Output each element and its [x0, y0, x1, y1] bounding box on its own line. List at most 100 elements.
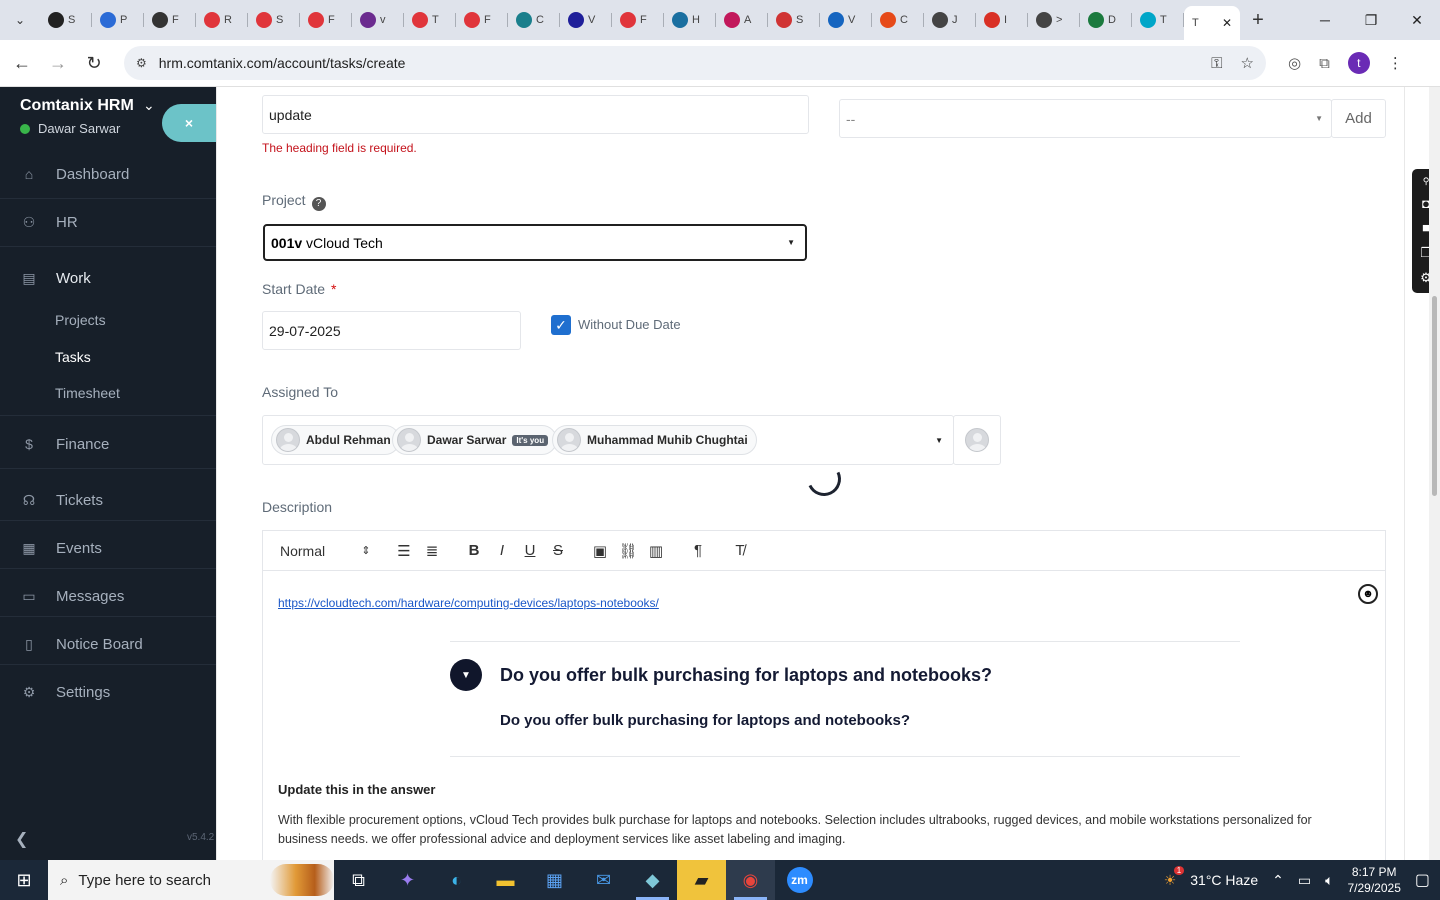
- clock[interactable]: 8:17 PM 7/29/2025: [1347, 864, 1400, 896]
- bullet-list-icon[interactable]: ≣: [418, 542, 446, 560]
- browser-tab[interactable]: v: [352, 4, 404, 36]
- address-bar[interactable]: ⚙ hrm.comtanix.com/account/tasks/create …: [124, 46, 1266, 80]
- italic-icon[interactable]: I: [488, 542, 516, 559]
- browser-tab[interactable]: I: [976, 4, 1028, 36]
- weather-icon[interactable]: ☀ 1: [1164, 865, 1185, 889]
- browser-tab[interactable]: >: [1028, 4, 1080, 36]
- forward-icon[interactable]: →: [40, 53, 76, 74]
- password-key-icon[interactable]: ⚿: [1211, 55, 1222, 72]
- brand-name[interactable]: Comtanix HRM: [20, 97, 134, 115]
- task-category-select[interactable]: -- ▼: [839, 99, 1332, 138]
- format-select-arrows-icon[interactable]: ⇕: [352, 544, 380, 557]
- profile-avatar[interactable]: t: [1347, 52, 1370, 74]
- emoji-icon[interactable]: ☻: [1358, 584, 1378, 604]
- assignee-chip[interactable]: Abdul Rehman: [271, 425, 400, 455]
- assignee-chip[interactable]: Dawar Sarwar It's you: [392, 425, 558, 455]
- sticky-notes-icon[interactable]: ▰: [677, 860, 726, 900]
- sidebar-item-settings[interactable]: ⚙ Settings: [0, 672, 216, 712]
- zoom-icon[interactable]: zm: [775, 860, 824, 900]
- reload-icon[interactable]: ↻: [76, 53, 112, 74]
- notifications-icon[interactable]: ▢: [1415, 870, 1430, 890]
- bookmark-star-icon[interactable]: ☆: [1241, 54, 1254, 72]
- copilot-icon[interactable]: ✦: [383, 860, 432, 900]
- new-tab-button[interactable]: +: [1240, 9, 1276, 32]
- chrome-icon[interactable]: ◉: [726, 860, 775, 900]
- project-select[interactable]: 001v vCloud Tech ▼: [263, 224, 807, 261]
- editor-link[interactable]: https://vcloudtech.com/hardware/computin…: [278, 596, 659, 610]
- underline-icon[interactable]: U: [516, 542, 544, 559]
- sidebar-subitem-timesheet[interactable]: Timesheet: [55, 385, 120, 401]
- accordion-toggle-icon[interactable]: ▼: [450, 659, 482, 691]
- image-icon[interactable]: ▣: [586, 542, 614, 560]
- assignee-chip[interactable]: Muhammad Muhib Chughtai: [552, 425, 757, 455]
- sidebar-item-dashboard[interactable]: ⌂ Dashboard: [0, 154, 216, 194]
- scrollbar-thumb[interactable]: [1432, 296, 1437, 496]
- close-sidebar-button[interactable]: ×: [162, 104, 216, 142]
- sidebar-item-events[interactable]: ▦ Events: [0, 528, 216, 568]
- browser-tab[interactable]: S: [248, 4, 300, 36]
- edge-icon[interactable]: ◐: [432, 860, 481, 900]
- browser-tab[interactable]: C: [508, 4, 560, 36]
- clear-formatting-icon[interactable]: T̸: [726, 542, 754, 559]
- browser-tab[interactable]: P: [92, 4, 144, 36]
- text-direction-icon[interactable]: ¶: [684, 542, 712, 559]
- browser-tab[interactable]: S: [40, 4, 92, 36]
- video-icon[interactable]: ▥: [642, 542, 670, 560]
- browser-tab[interactable]: F: [456, 4, 508, 36]
- start-date-input[interactable]: 29-07-2025: [262, 311, 521, 350]
- taskbar-search[interactable]: ⌕ Type here to search: [48, 860, 334, 900]
- extensions-icon[interactable]: ⧉: [1319, 55, 1330, 72]
- collapse-sidebar-icon[interactable]: ❮: [15, 829, 28, 849]
- description-editor[interactable]: https://vcloudtech.com/hardware/computin…: [262, 570, 1386, 860]
- browser-tab[interactable]: H: [664, 4, 716, 36]
- restore-icon[interactable]: ❐: [1348, 0, 1394, 40]
- browser-tab[interactable]: F: [612, 4, 664, 36]
- volume-icon[interactable]: 🔈︎: [1325, 872, 1333, 889]
- browser-tab[interactable]: S: [768, 4, 820, 36]
- browser-tab[interactable]: F: [144, 4, 196, 36]
- browser-menu-icon[interactable]: ⋮: [1388, 54, 1403, 72]
- chevron-down-icon[interactable]: ⌄: [143, 97, 155, 114]
- chevron-up-icon[interactable]: ⌃: [1272, 872, 1284, 889]
- weather-text[interactable]: 31°C Haze: [1190, 872, 1258, 888]
- browser-tab[interactable]: R: [196, 4, 248, 36]
- browser-tab[interactable]: T: [404, 4, 456, 36]
- add-assignee-button[interactable]: [953, 415, 1001, 465]
- heading-input[interactable]: update: [262, 95, 809, 134]
- bold-icon[interactable]: B: [460, 542, 488, 559]
- translate-icon[interactable]: ◎: [1288, 54, 1301, 72]
- close-tab-icon[interactable]: ✕: [1222, 16, 1232, 30]
- sidebar-item-notice-board[interactable]: ▯ Notice Board: [0, 624, 216, 664]
- sidebar-item-work[interactable]: ▤ Work: [0, 258, 216, 298]
- file-explorer-icon[interactable]: ▬: [481, 860, 530, 900]
- back-icon[interactable]: ←: [4, 53, 40, 74]
- close-window-icon[interactable]: ✕: [1394, 0, 1440, 40]
- network-icon[interactable]: ▭: [1298, 872, 1311, 889]
- browser-tab[interactable]: T: [1132, 4, 1184, 36]
- browser-tab[interactable]: V: [820, 4, 872, 36]
- browser-tab[interactable]: A: [716, 4, 768, 36]
- sidebar-item-tickets[interactable]: ☊ Tickets: [0, 480, 216, 520]
- add-category-button[interactable]: Add: [1331, 99, 1386, 138]
- tab-search-icon[interactable]: ⌄: [0, 0, 40, 40]
- sidebar-subitem-tasks[interactable]: Tasks: [55, 349, 91, 365]
- strikethrough-icon[interactable]: S: [544, 542, 572, 559]
- browser-tab[interactable]: V: [560, 4, 612, 36]
- ordered-list-icon[interactable]: ☰: [390, 542, 418, 560]
- task-view-icon[interactable]: ⧉: [334, 860, 383, 900]
- store-icon[interactable]: ▦: [530, 860, 579, 900]
- without-due-date-label[interactable]: Without Due Date: [578, 317, 681, 332]
- mail-icon[interactable]: ✉: [579, 860, 628, 900]
- without-due-date-checkbox[interactable]: ✓: [551, 315, 571, 335]
- active-tab[interactable]: T ✕: [1184, 6, 1240, 40]
- sidebar-item-messages[interactable]: ▭ Messages: [0, 576, 216, 616]
- format-select[interactable]: Normal: [280, 543, 352, 559]
- app-icon[interactable]: ◆: [628, 860, 677, 900]
- sidebar-item-hr[interactable]: ⚇ HR: [0, 202, 216, 242]
- windows-start-icon[interactable]: ⊞: [0, 860, 48, 900]
- help-icon[interactable]: ?: [311, 196, 326, 211]
- browser-tab[interactable]: F: [300, 4, 352, 36]
- browser-tab[interactable]: C: [872, 4, 924, 36]
- browser-tab[interactable]: J: [924, 4, 976, 36]
- minimize-icon[interactable]: ─: [1302, 0, 1348, 40]
